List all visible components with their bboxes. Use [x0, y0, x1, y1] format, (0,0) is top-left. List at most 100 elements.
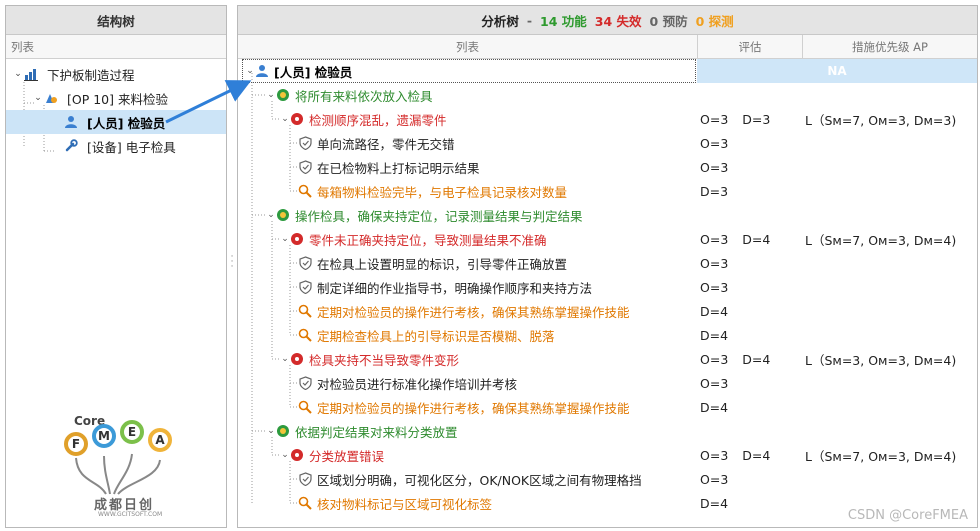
prevention-cell[interactable]: 在已检物料上打标记明示结果 — [298, 155, 480, 179]
prevention-text: 在检具上设置明显的标识，引导零件正确放置 — [317, 256, 568, 272]
detection-text: 定期对检验员的操作进行考核，确保其熟练掌握操作技能 — [317, 304, 630, 320]
detection-rating-value: D=3 — [742, 111, 771, 127]
chevron-down-icon[interactable]: ⌄ — [32, 93, 44, 103]
detection-row[interactable]: 定期对检验员的操作进行考核，确保其熟练掌握操作技能 D=4 — [238, 395, 977, 419]
prevention-shield-icon — [298, 376, 312, 390]
detection-row[interactable]: 定期检查检具上的引导标识是否模糊、脱落 D=4 — [238, 323, 977, 347]
rating-value: D=4 — [700, 399, 729, 415]
corefmea-logo: Core F M E A 成都日创 WWW.GCITSOFT.COM — [58, 414, 186, 520]
rating-value: D=4 — [700, 495, 729, 511]
detection-row[interactable]: 每箱物料检验完毕，与电子检具记录核对数量 D=3 — [238, 179, 977, 203]
prevention-row[interactable]: 制定详细的作业指导书，明确操作顺序和夹持方法 O=3 — [238, 275, 977, 299]
evaluation-cell: O=3 — [700, 131, 728, 155]
detection-rating-value: D=4 — [742, 447, 771, 463]
chevron-down-icon[interactable]: ⌄ — [280, 234, 290, 244]
chevron-down-icon[interactable]: ⌄ — [245, 66, 255, 76]
detection-cell[interactable]: 每箱物料检验完毕，与电子检具记录核对数量 — [298, 179, 567, 203]
failure-icon — [290, 112, 304, 126]
csdn-watermark: CSDN @CoreFMEA — [847, 508, 968, 523]
detection-cell[interactable]: 定期对检验员的操作进行考核，确保其熟练掌握操作技能 — [298, 395, 630, 419]
evaluation-cell: O=3 — [700, 251, 728, 275]
evaluation-cell: O=3 D=4 — [700, 227, 770, 251]
failure-count: 34 失效 — [594, 13, 642, 29]
prevention-cell[interactable]: 制定详细的作业指导书，明确操作顺序和夹持方法 — [298, 275, 592, 299]
prevention-shield-icon — [298, 280, 312, 294]
evaluation-cell: O=3 D=4 — [700, 443, 770, 467]
chevron-down-icon[interactable]: ⌄ — [280, 450, 290, 460]
rating-value: O=3 — [700, 351, 729, 367]
function-text: 依据判定结果对来料分类放置 — [295, 424, 458, 440]
prevention-cell[interactable]: 单向流路径，零件无交错 — [298, 131, 455, 155]
prevention-text: 单向流路径，零件无交错 — [317, 136, 455, 152]
prevention-cell[interactable]: 对检验员进行标准化操作培训并考核 — [298, 371, 517, 395]
prevention-row[interactable]: 单向流路径，零件无交错 O=3 — [238, 131, 977, 155]
chevron-down-icon[interactable]: ⌄ — [266, 426, 276, 436]
analysis-root-row[interactable]: ⌄ [人员] 检验员 NA — [238, 59, 977, 83]
detection-cell[interactable]: 定期对检验员的操作进行考核，确保其熟练掌握操作技能 — [298, 299, 630, 323]
function-row[interactable]: ⌄ 依据判定结果对来料分类放置 — [238, 419, 977, 443]
detection-search-icon — [298, 400, 312, 414]
evaluation-cell: D=4 — [700, 491, 728, 515]
prevention-row[interactable]: 对检验员进行标准化操作培训并考核 O=3 — [238, 371, 977, 395]
tree-item-equipment[interactable]: [设备] 电子检具 — [6, 134, 226, 158]
detection-cell[interactable]: 核对物料标记与区域可视化标签 — [298, 491, 492, 515]
prevention-cell[interactable]: 在检具上设置明显的标识，引导零件正确放置 — [298, 251, 567, 275]
function-row[interactable]: ⌄ 操作检具，确保夹持定位，记录测量结果与判定结果 — [238, 203, 977, 227]
rating-value: D=4 — [700, 327, 729, 343]
rating-value: O=3 — [700, 255, 729, 271]
evaluation-cell: O=3 — [700, 467, 728, 491]
wrench-icon — [64, 139, 78, 153]
failure-cell[interactable]: ⌄ 检具夹持不当导致零件变形 — [280, 347, 459, 371]
prevention-row[interactable]: 在检具上设置明显的标识，引导零件正确放置 O=3 — [238, 251, 977, 275]
chevron-down-icon[interactable]: ⌄ — [12, 69, 24, 79]
failure-cell[interactable]: ⌄ 检测顺序混乱，遗漏零件 — [280, 107, 446, 131]
structure-list-header: 列表 — [6, 35, 226, 59]
rating-value: O=3 — [700, 159, 729, 175]
prevention-shield-icon — [298, 136, 312, 150]
person-icon — [64, 115, 78, 129]
analysis-tree-title: 分析树 — [481, 13, 519, 29]
evaluation-cell: O=3 — [700, 155, 728, 179]
column-header-list[interactable]: 列表 — [238, 35, 697, 58]
failure-cell[interactable]: ⌄ 零件未正确夹持定位，导致测量结果不准确 — [280, 227, 547, 251]
prevention-cell[interactable]: 区域划分明确，可视化区分，OK/NOK区域之间有物理格挡 — [298, 467, 642, 491]
chevron-down-icon[interactable]: ⌄ — [280, 354, 290, 364]
detection-search-icon — [298, 304, 312, 318]
panel-splitter[interactable]: · · · — [229, 253, 235, 275]
function-cell[interactable]: ⌄ 将所有来料依次放入检具 — [266, 83, 432, 107]
function-row[interactable]: ⌄ 将所有来料依次放入检具 — [238, 83, 977, 107]
failure-row[interactable]: ⌄ 分类放置错误 O=3 D=4 L（Sᴍ=7, Oᴍ=3, Dᴍ=4) — [238, 443, 977, 467]
failure-row[interactable]: ⌄ 零件未正确夹持定位，导致测量结果不准确 O=3 D=4 L（Sᴍ=7, Oᴍ=3, … — [238, 227, 977, 251]
function-cell[interactable]: ⌄ 操作检具，确保夹持定位，记录测量结果与判定结果 — [266, 203, 583, 227]
structure-tree-title: 结构树 — [6, 6, 226, 35]
root-cell[interactable]: ⌄ [人员] 检验员 — [242, 59, 696, 83]
detection-text: 每箱物料检验完毕，与电子检具记录核对数量 — [317, 184, 568, 200]
rating-value: O=3 — [700, 279, 729, 295]
tree-item-label: [设备] 电子检具 — [87, 139, 176, 155]
detection-cell[interactable]: 定期检查检具上的引导标识是否模糊、脱落 — [298, 323, 555, 347]
failure-cell[interactable]: ⌄ 分类放置错误 — [280, 443, 384, 467]
operation-icon — [44, 91, 58, 105]
evaluation-cell: O=3 — [700, 371, 728, 395]
prevention-count: 0 预防 — [649, 13, 688, 29]
root-label: [人员] 检验员 — [274, 64, 353, 80]
evaluation-cell: D=4 — [700, 395, 728, 419]
column-header-ap[interactable]: 措施优先级 AP — [802, 35, 977, 58]
failure-icon — [290, 232, 304, 246]
chevron-down-icon[interactable]: ⌄ — [280, 114, 290, 124]
pointer-arrow — [165, 80, 252, 124]
column-header-evaluation[interactable]: 评估 — [697, 35, 802, 58]
failure-row[interactable]: ⌄ 检测顺序混乱，遗漏零件 O=3 D=3 L（Sᴍ=7, Oᴍ=3, Dᴍ=3) — [238, 107, 977, 131]
failure-row[interactable]: ⌄ 检具夹持不当导致零件变形 O=3 D=4 L（Sᴍ=3, Oᴍ=3, Dᴍ=4) — [238, 347, 977, 371]
prevention-row[interactable]: 区域划分明确，可视化区分，OK/NOK区域之间有物理格挡 O=3 — [238, 467, 977, 491]
function-cell[interactable]: ⌄ 依据判定结果对来料分类放置 — [266, 419, 458, 443]
action-priority-cell: L（Sᴍ=3, Oᴍ=3, Dᴍ=4) — [805, 352, 957, 368]
function-icon — [276, 208, 290, 222]
detection-row[interactable]: 定期对检验员的操作进行考核，确保其熟练掌握操作技能 D=4 — [238, 299, 977, 323]
failure-text: 零件未正确夹持定位，导致测量结果不准确 — [309, 232, 547, 248]
chevron-down-icon[interactable]: ⌄ — [266, 210, 276, 220]
prevention-text: 在已检物料上打标记明示结果 — [317, 160, 480, 176]
root-ap-cell: NA — [697, 59, 977, 83]
prevention-row[interactable]: 在已检物料上打标记明示结果 O=3 — [238, 155, 977, 179]
function-text: 操作检具，确保夹持定位，记录测量结果与判定结果 — [295, 208, 583, 224]
